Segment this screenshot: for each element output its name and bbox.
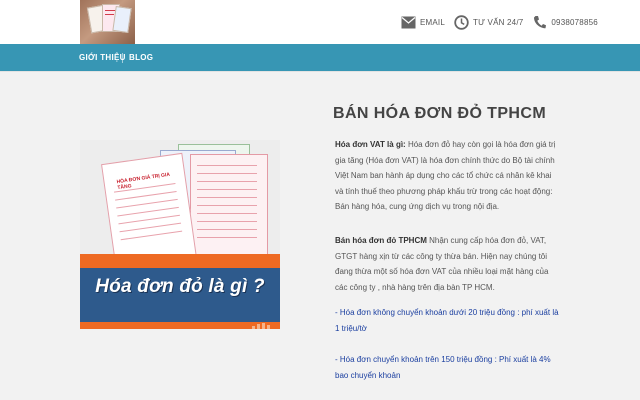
hero-image[interactable]: HÓA ĐƠN GIÁ TRỊ GIA TĂNG Hóa đơn đỏ là g… <box>80 140 280 329</box>
article-paragraph-sale: Bán hóa đơn đỏ TPHCM Nhận cung cấp hóa đ… <box>335 233 560 295</box>
contact-label: EMAIL <box>420 17 446 27</box>
site-logo[interactable] <box>80 0 135 44</box>
paragraph-lead: Bán hóa đơn đỏ TPHCM <box>335 236 427 245</box>
main-nav: GIỚI THIỆU BLOG <box>0 44 640 71</box>
price-line-no-transfer: - Hóa đơn không chuyển khoản dưới 20 tri… <box>335 308 559 333</box>
logo-invoice-sheet <box>112 6 132 33</box>
paragraph-text: Hóa đơn đỏ hay còn gọi là hóa đơn giá tr… <box>335 140 556 212</box>
header: EMAIL TƯ VẤN 24/7 0938078856 <box>0 0 640 44</box>
contact-phone[interactable]: 0938078856 <box>531 14 598 31</box>
contact-email[interactable]: EMAIL <box>400 14 445 31</box>
phone-icon <box>531 14 548 31</box>
header-contacts: EMAIL TƯ VẤN 24/7 0938078856 <box>400 13 598 31</box>
nav-divider <box>122 53 123 63</box>
nav-item-gioi-thieu[interactable]: GIỚI THIỆU <box>79 44 126 71</box>
invoice-paper <box>190 154 268 266</box>
contact-label: 0938078856 <box>551 17 598 27</box>
email-icon <box>400 14 417 31</box>
article-paragraph-vat: Hóa đơn VAT là gì: Hóa đơn đỏ hay còn gọ… <box>335 137 560 215</box>
page-title: BÁN HÓA ĐƠN ĐỎ TPHCM <box>333 105 547 122</box>
paragraph-lead: Hóa đơn VAT là gì: <box>335 140 406 149</box>
hero-caption: Hóa đơn đỏ là gì ? <box>95 276 265 297</box>
invoice-paper: HÓA ĐƠN GIÁ TRỊ GIA TĂNG <box>101 152 197 270</box>
divider <box>0 71 640 72</box>
contact-label: TƯ VẤN 24/7 <box>473 17 524 27</box>
invoice-title: HÓA ĐƠN GIÁ TRỊ GIA TĂNG <box>116 171 171 192</box>
clock-icon <box>453 14 470 31</box>
watermark-icon <box>252 318 274 329</box>
price-line-transfer: - Hóa đơn chuyển khoản trên 150 triệu đồ… <box>335 355 551 380</box>
nav-item-blog[interactable]: BLOG <box>129 44 153 71</box>
contact-support[interactable]: TƯ VẤN 24/7 <box>453 14 523 31</box>
